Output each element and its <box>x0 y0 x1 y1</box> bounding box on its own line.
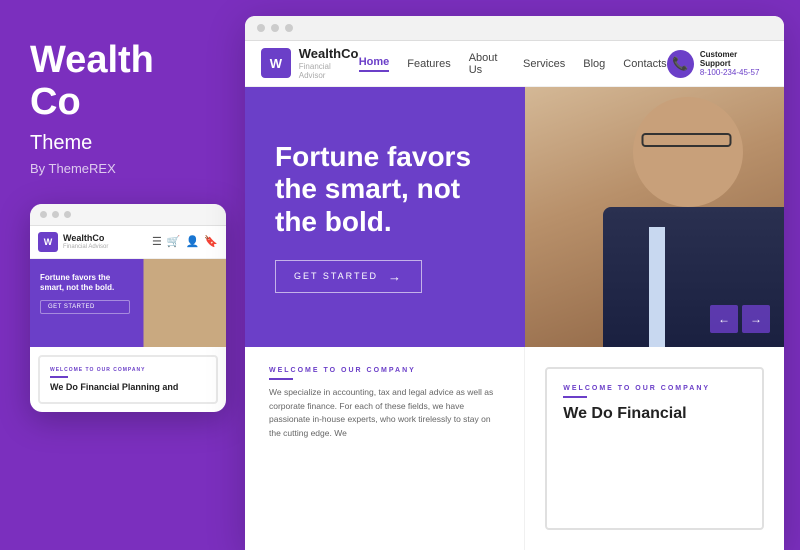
browser-dot-1 <box>257 24 265 32</box>
browser-logo-sub: Financial Advisor <box>299 62 359 80</box>
mobile-logo: W WealthCo Financial Advisor <box>38 232 108 252</box>
mobile-logo-name: WealthCo <box>63 234 108 244</box>
mobile-dot-1 <box>40 211 47 218</box>
mobile-welcome-section: WELCOME TO OUR COMPANY We Do Financial P… <box>38 355 218 405</box>
bookmark-icon: 🔖 <box>204 235 218 248</box>
mobile-get-started-btn[interactable]: GET STARTED <box>40 300 130 314</box>
browser-dot-2 <box>271 24 279 32</box>
customer-support: 📞 Customer Support 8-100-234-45-57 <box>667 50 768 78</box>
nav-link-contacts[interactable]: Contacts <box>623 58 666 70</box>
bottom-left-text: We specialize in accounting, tax and leg… <box>269 386 500 440</box>
mobile-logo-icon: W <box>38 232 58 252</box>
user-icon: 👤 <box>186 235 200 248</box>
mobile-nav: W WealthCo Financial Advisor ☰ 🛒 👤 🔖 <box>30 226 226 259</box>
hero-navigation-arrows: ← → <box>710 305 770 333</box>
nav-link-home[interactable]: Home <box>359 56 390 72</box>
browser-nav-links: Home Features About Us Services Blog Con… <box>359 52 667 76</box>
browser-preview: W WealthCo Financial Advisor Home Featur… <box>245 16 784 550</box>
nav-link-services[interactable]: Services <box>523 58 565 70</box>
mobile-section-label: WELCOME TO OUR COMPANY <box>50 367 206 373</box>
browser-bar <box>245 16 784 41</box>
menu-icon: ☰ <box>152 235 162 248</box>
browser-dot-3 <box>285 24 293 32</box>
bottom-right-card: WELCOME TO OUR COMPANY We Do Financial <box>545 367 764 530</box>
mobile-preview: W WealthCo Financial Advisor ☰ 🛒 👤 🔖 For… <box>30 204 226 413</box>
mobile-dot-3 <box>64 211 71 218</box>
support-phone: 8-100-234-45-57 <box>700 68 768 77</box>
get-started-label: GET STARTED <box>294 271 378 281</box>
browser-nav: W WealthCo Financial Advisor Home Featur… <box>245 41 784 87</box>
bottom-left-section: WELCOME TO OUR COMPANY We specialize in … <box>245 347 525 550</box>
hero-shirt <box>649 227 665 347</box>
mobile-browser-bar <box>30 204 226 226</box>
mobile-nav-icons: ☰ 🛒 👤 🔖 <box>152 235 218 248</box>
mobile-hero-content: Fortune favors the smart, not the bold. … <box>40 273 130 315</box>
hero-prev-button[interactable]: ← <box>710 305 738 333</box>
bottom-right-label: WELCOME TO OUR COMPANY <box>563 385 746 392</box>
support-label: Customer Support <box>700 50 768 68</box>
nav-link-blog[interactable]: Blog <box>583 58 605 70</box>
hero-content: Fortune favors the smart, not the bold. … <box>245 87 525 347</box>
mobile-section-line <box>50 376 68 378</box>
theme-subtitle: Theme <box>30 132 215 155</box>
browser-logo-icon: W <box>261 48 291 78</box>
mobile-dot-2 <box>52 211 59 218</box>
nav-link-about[interactable]: About Us <box>469 52 505 76</box>
mobile-section-title: We Do Financial Planning and <box>50 382 206 393</box>
cart-icon: 🛒 <box>167 235 181 248</box>
theme-title: Wealth Co <box>30 40 215 124</box>
get-started-arrow: → <box>388 269 403 284</box>
hero-next-button[interactable]: → <box>742 305 770 333</box>
get-started-button[interactable]: GET STARTED → <box>275 260 422 293</box>
theme-author: By ThemeREX <box>30 161 215 176</box>
bottom-right-heading: We Do Financial <box>563 404 746 423</box>
left-panel: Wealth Co Theme By ThemeREX W WealthCo F… <box>0 0 245 550</box>
hero-headline: Fortune favors the smart, not the bold. <box>275 141 495 238</box>
browser-hero: Fortune favors the smart, not the bold. … <box>245 87 784 347</box>
bottom-left-label: WELCOME TO OUR COMPANY <box>269 367 500 374</box>
mobile-hero-text: Fortune favors the smart, not the bold. <box>40 273 130 294</box>
bottom-left-line <box>269 378 293 380</box>
bottom-right-line <box>563 396 587 398</box>
bottom-right-section: WELCOME TO OUR COMPANY We Do Financial <box>525 347 784 550</box>
support-icon: 📞 <box>667 50 694 78</box>
nav-link-features[interactable]: Features <box>407 58 450 70</box>
mobile-hero: Fortune favors the smart, not the bold. … <box>30 259 226 347</box>
hero-head <box>633 97 743 207</box>
browser-logo-name: WealthCo <box>299 47 359 61</box>
mobile-logo-sub: Financial Advisor <box>63 244 108 250</box>
browser-logo: W WealthCo Financial Advisor <box>261 47 359 79</box>
hero-glasses <box>641 133 731 147</box>
browser-bottom: WELCOME TO OUR COMPANY We specialize in … <box>245 347 784 550</box>
